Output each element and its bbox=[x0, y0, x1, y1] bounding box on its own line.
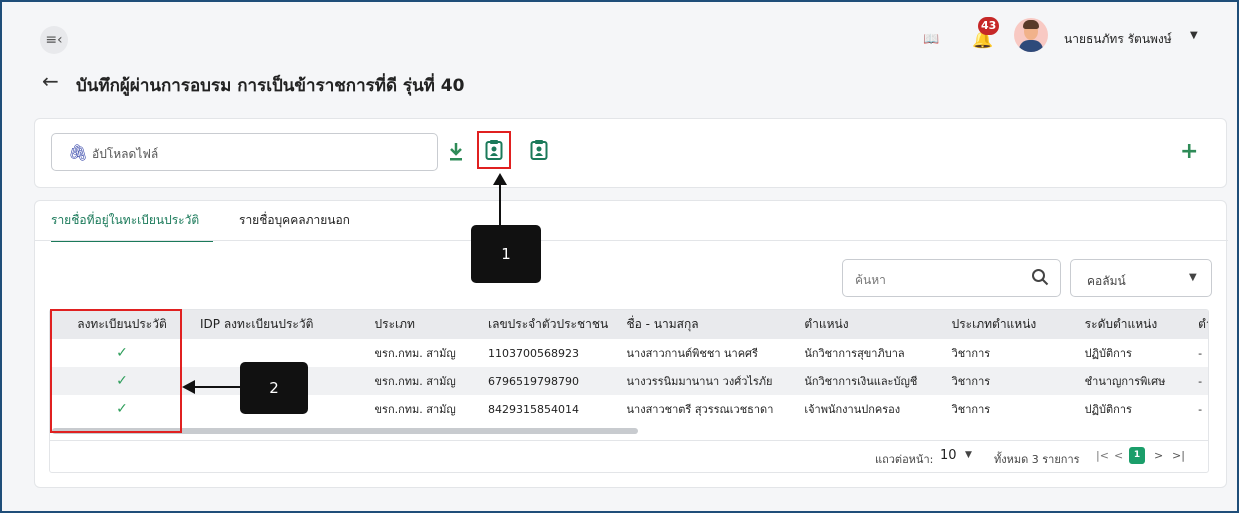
search-input[interactable]: ค้นหา bbox=[842, 259, 1061, 297]
table-cell: - bbox=[1198, 346, 1203, 360]
table-cell: - bbox=[1198, 402, 1203, 416]
menu-collapse-icon: ≡‹ bbox=[45, 32, 63, 48]
column-header[interactable]: ประเภทตำแหน่ง bbox=[945, 310, 1079, 339]
column-header[interactable]: ระดับตำแหน่ง bbox=[1078, 310, 1193, 339]
pagination: แถวต่อหน้า: 10 ▼ ทั้งหมด 3 รายการ |< < 1… bbox=[50, 440, 1208, 470]
column-select-label: คอลัมน์ bbox=[1087, 274, 1126, 288]
notifications-button[interactable]: 🔔 43 bbox=[970, 17, 1000, 52]
table-row[interactable]: ✓ ขรก.กทม. สามัญ 8429315854014 นางสาวชาต… bbox=[50, 395, 1208, 423]
tab-registered[interactable]: รายชื่อที่อยู่ในทะเบียนประวัติ bbox=[51, 211, 214, 242]
avatar[interactable] bbox=[1014, 18, 1048, 52]
table-cell: วิชาการ bbox=[951, 403, 991, 416]
table-cell: ขรก.กทม. สามัญ bbox=[374, 403, 456, 416]
table-cell: 1103700568923 bbox=[487, 346, 579, 360]
table-cell: ชำนาญการพิเศษ bbox=[1078, 367, 1193, 395]
column-select[interactable]: คอลัมน์ ▼ bbox=[1070, 259, 1212, 297]
callout-label-1: 1 bbox=[471, 225, 541, 283]
table-row[interactable]: ✓ ขรก.กทม. สามัญ 1103700568923 นางสาวกาน… bbox=[50, 339, 1208, 367]
table-cell: 8429315854014 bbox=[487, 402, 579, 416]
username[interactable]: นายธนภัทร รัตนพงษ์ bbox=[1064, 30, 1172, 49]
table-row[interactable]: ✓ ขรก.กทม. สามัญ 6796519798790 นางวรรนิม… bbox=[50, 367, 1208, 395]
column-header[interactable]: ตำแหน่ bbox=[1192, 310, 1208, 339]
table-cell: ขรก.กทม. สามัญ bbox=[374, 347, 456, 360]
column-header[interactable]: ตำแหน่ง bbox=[798, 310, 946, 339]
last-page-button[interactable]: >| bbox=[1172, 449, 1185, 462]
person-document-button-1[interactable] bbox=[477, 131, 511, 169]
tab-external[interactable]: รายชื่อบุคคลภายนอก bbox=[239, 211, 350, 240]
table-cell: ขรก.กทม. สามัญ bbox=[368, 367, 482, 395]
menu-toggle-button[interactable]: ≡‹ bbox=[40, 26, 68, 54]
clipboard-person-icon bbox=[485, 140, 503, 160]
chevron-down-icon[interactable]: ▼ bbox=[1190, 30, 1198, 41]
back-arrow-icon[interactable]: ← bbox=[42, 69, 59, 93]
search-placeholder: ค้นหา bbox=[855, 273, 886, 287]
upload-file-input[interactable]: 🖇 อัปโหลดไฟล์ bbox=[51, 133, 438, 171]
table-cell: นักวิชาการเงินและบัญชี bbox=[798, 367, 946, 395]
add-button[interactable]: + bbox=[1180, 139, 1198, 164]
table-cell: ปฏิบัติการ bbox=[1084, 403, 1132, 416]
prev-page-button[interactable]: < bbox=[1114, 449, 1123, 462]
current-page-button[interactable]: 1 bbox=[1129, 447, 1145, 464]
column-header[interactable]: ชื่อ - นามสกุล bbox=[620, 310, 799, 339]
table-cell: นางสาวชาตรี สุวรรณเวชธาดา bbox=[626, 403, 774, 416]
total-count: ทั้งหมด 3 รายการ bbox=[994, 453, 1080, 466]
column-header[interactable]: เลขประจำตัวประชาชน bbox=[481, 310, 621, 339]
table-cell: - bbox=[1192, 367, 1208, 395]
column-header[interactable]: IDP ลงทะเบียนประวัติ bbox=[194, 310, 369, 339]
app-frame: ≡‹ 📖 🔔 43 นายธนภัทร รัตนพงษ์ ▼ ← บันทึกผ… bbox=[0, 0, 1239, 513]
highlight-box-registered-column bbox=[50, 309, 182, 433]
table-cell: นางวรรนิมมานานา วงศ์วไรภัย bbox=[620, 367, 799, 395]
tabs-divider bbox=[35, 240, 1228, 241]
table-cell: วิชาการ bbox=[951, 347, 991, 360]
page-title: บันทึกผู้ผ่านการอบรม การเป็นข้าราชการที่… bbox=[76, 76, 465, 96]
search-icon[interactable] bbox=[1031, 268, 1049, 286]
person-document-button-2[interactable] bbox=[527, 136, 551, 164]
callout-arrow-line bbox=[194, 386, 242, 388]
rows-per-page-label: แถวต่อหน้า: bbox=[875, 453, 934, 466]
upload-placeholder: อัปโหลดไฟล์ bbox=[92, 147, 159, 161]
next-page-button[interactable]: > bbox=[1154, 449, 1163, 462]
book-icon[interactable]: 📖 bbox=[923, 32, 939, 47]
table-cell: เจ้าพนักงานปกครอง bbox=[804, 403, 901, 416]
rows-per-page-select[interactable]: 10 bbox=[940, 448, 957, 463]
column-header[interactable]: ประเภท bbox=[368, 310, 482, 339]
data-table: ลงทะเบียนประวัติ IDP ลงทะเบียนประวัติ ปร… bbox=[49, 309, 1209, 473]
table-cell: 6796519798790 bbox=[481, 367, 621, 395]
table-cell: นักวิชาการสุขาภิบาล bbox=[804, 347, 905, 360]
download-icon[interactable] bbox=[448, 141, 464, 163]
clipboard-person-icon bbox=[530, 140, 548, 160]
chevron-down-icon[interactable]: ▼ bbox=[965, 450, 972, 460]
notification-badge: 43 bbox=[978, 17, 1000, 35]
table-cell: นางสาวกานต์พิชชา นาคศรี bbox=[626, 347, 758, 360]
tabs-card: รายชื่อที่อยู่ในทะเบียนประวัติ รายชื่อบุ… bbox=[34, 200, 1228, 488]
table-cell: วิชาการ bbox=[945, 367, 1079, 395]
table-cell: ปฏิบัติการ bbox=[1084, 347, 1132, 360]
callout-label-2: 2 bbox=[240, 362, 308, 414]
paperclip-icon: 🖇 bbox=[68, 143, 89, 162]
first-page-button[interactable]: |< bbox=[1096, 449, 1109, 462]
callout-arrow-line bbox=[499, 184, 501, 226]
chevron-down-icon: ▼ bbox=[1189, 272, 1197, 283]
upload-card: 🖇 อัปโหลดไฟล์ + bbox=[34, 118, 1227, 188]
